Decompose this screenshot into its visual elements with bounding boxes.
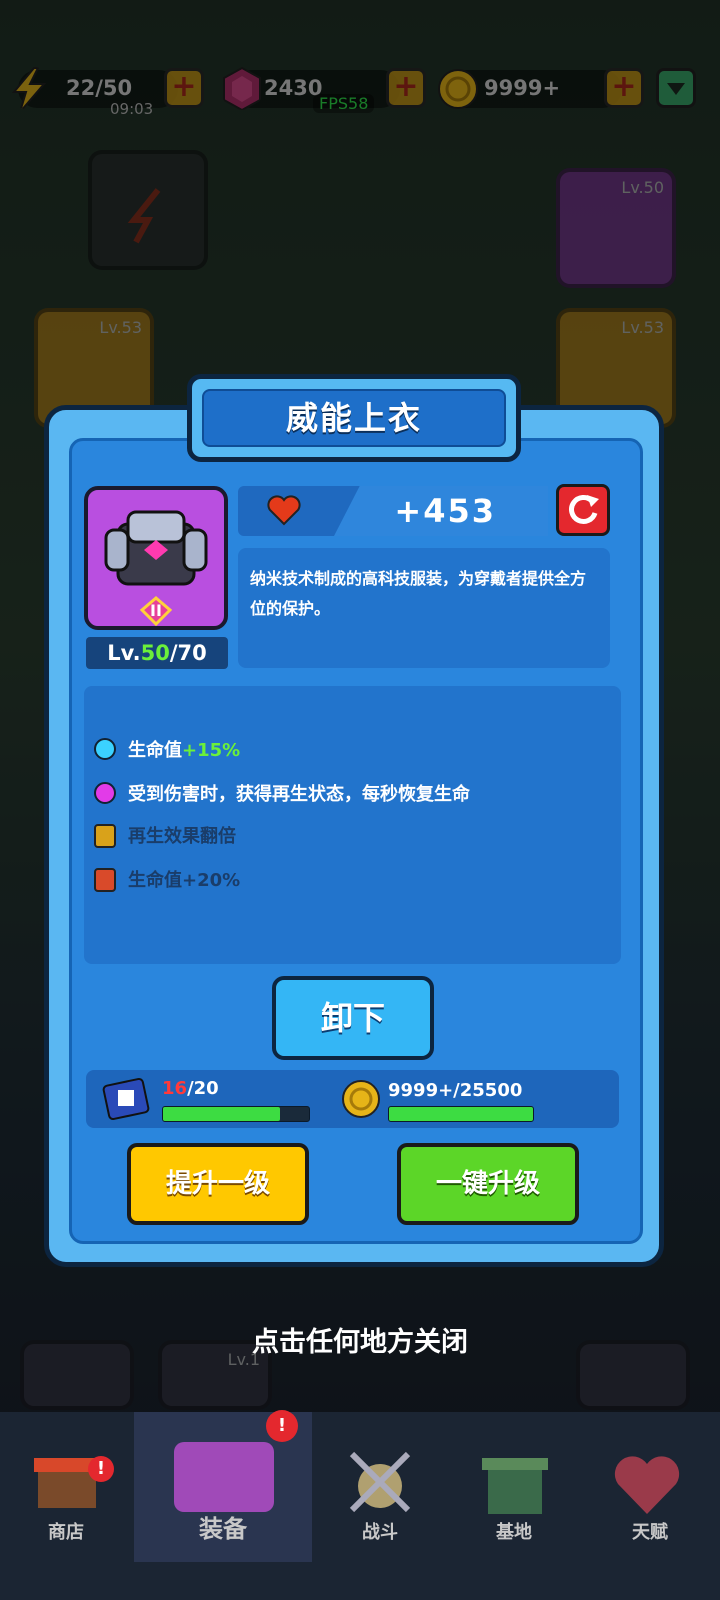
magenta-bullet-icon bbox=[94, 782, 116, 804]
item-description: 纳米技术制成的高科技服装，为穿戴者提供全方位的保护。 bbox=[250, 569, 587, 618]
bottom-nav: ! 商店 ! 装备 战斗 基地 天赋 bbox=[0, 1410, 720, 1600]
dialog-title-tab: 威能上衣 bbox=[187, 374, 521, 462]
hp-bonus-value: +453 bbox=[394, 492, 496, 530]
nav-battle[interactable]: 战斗 bbox=[312, 1412, 448, 1562]
upgrade-cost-bar: 16/20 9999+/25500 bbox=[86, 1070, 619, 1128]
lock-icon bbox=[94, 824, 116, 848]
upgrade-max-button[interactable]: 一键升级 bbox=[397, 1143, 579, 1225]
base-icon bbox=[482, 1458, 548, 1514]
equipment-icon bbox=[174, 1442, 274, 1512]
heart-icon bbox=[267, 495, 301, 526]
refresh-button[interactable] bbox=[556, 484, 610, 536]
unequip-button[interactable]: 卸下 bbox=[272, 976, 434, 1060]
item-icon: II bbox=[84, 486, 228, 630]
cyan-bullet-icon bbox=[94, 738, 116, 760]
nav-shop[interactable]: ! 商店 bbox=[0, 1412, 132, 1562]
heart-shield-icon bbox=[614, 1456, 680, 1514]
svg-text:II: II bbox=[150, 601, 162, 620]
coin-progress-bar bbox=[388, 1106, 534, 1122]
refresh-icon bbox=[569, 495, 599, 524]
nav-base[interactable]: 基地 bbox=[448, 1412, 580, 1562]
coin-icon bbox=[342, 1080, 380, 1118]
lock-icon bbox=[94, 868, 116, 892]
item-description-box: 纳米技术制成的高科技服装，为穿戴者提供全方位的保护。 bbox=[238, 548, 610, 668]
close-hint: 点击任何地方关闭 bbox=[252, 1327, 468, 1358]
scroll-progress-bar bbox=[162, 1106, 310, 1122]
armor-icon: II bbox=[104, 510, 208, 627]
scroll-count: 16/20 bbox=[162, 1078, 219, 1099]
item-title: 威能上衣 bbox=[285, 399, 422, 437]
item-level: Lv.50/70 bbox=[86, 637, 228, 669]
hp-bonus-row: +453 bbox=[238, 486, 548, 536]
nav-equipment[interactable]: ! 装备 bbox=[134, 1410, 312, 1562]
coin-cost: 9999+/25500 bbox=[388, 1080, 523, 1101]
nav-talent[interactable]: 天赋 bbox=[580, 1412, 720, 1562]
crossed-swords-icon bbox=[349, 1451, 411, 1513]
scroll-icon bbox=[102, 1077, 150, 1121]
stats-box: 生命值+15% 受到伤害时，获得再生状态，每秒恢复生命 再生效果翻倍 生命值+2… bbox=[84, 686, 621, 964]
upgrade-one-level-button[interactable]: 提升一级 bbox=[127, 1143, 309, 1225]
